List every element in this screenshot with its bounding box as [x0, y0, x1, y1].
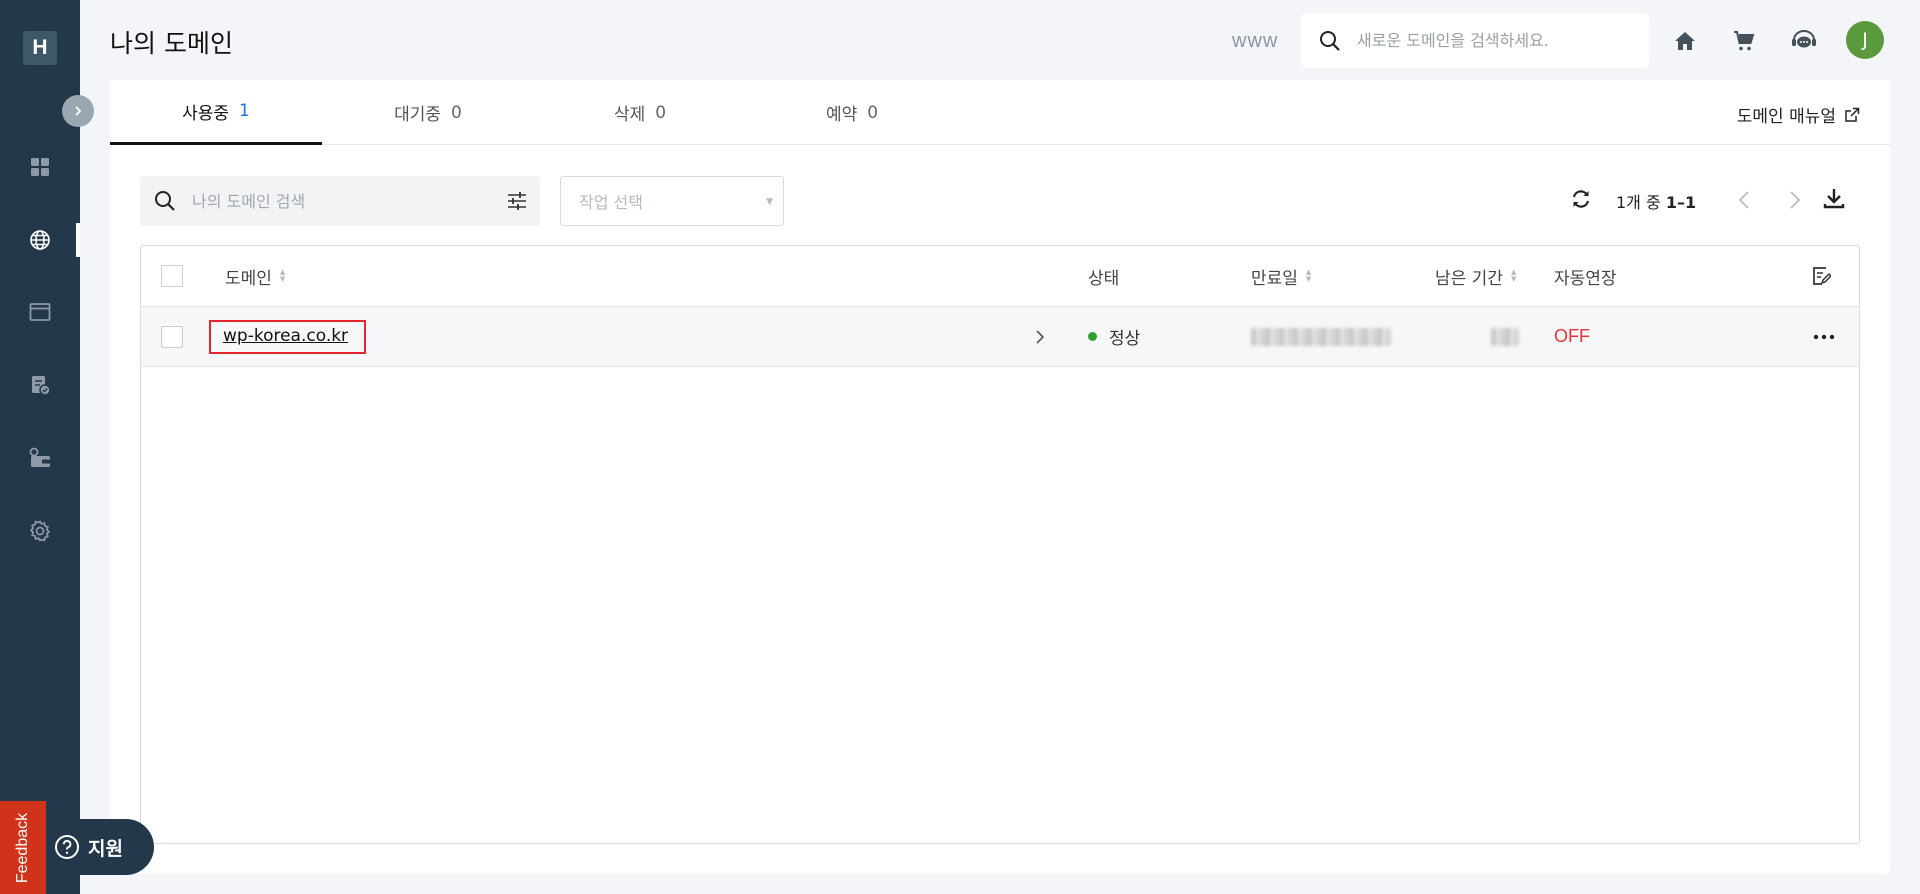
tab-count: 0: [451, 102, 462, 123]
tab-count: 1: [239, 101, 250, 121]
refresh-icon[interactable]: [1570, 188, 1592, 210]
table-header: 도메인 ▲ ▼ 상태 만료일 ▲ ▼ 남은 기간 ▲ ▼ 자동연장: [141, 246, 1859, 307]
domain-card: 사용중 1 대기중 0 삭제 0 예약 0 도메인 매뉴얼 작업 선택 ▼ 1개…: [110, 80, 1890, 874]
my-domain-search-box[interactable]: [140, 176, 540, 226]
column-header-remaining[interactable]: 남은 기간 ▲ ▼: [1435, 246, 1516, 306]
www-label: www: [1232, 30, 1279, 52]
more-dots-icon: [1813, 334, 1835, 339]
column-status-label: 상태: [1088, 268, 1120, 289]
sidebar-expand-button[interactable]: [62, 95, 94, 127]
support-label: 지원: [88, 837, 123, 860]
pagination-info: 1개 중 1–1: [1616, 189, 1696, 213]
column-header-auto-renew: 자동연장: [1554, 246, 1617, 306]
select-all-checkbox[interactable]: [161, 265, 183, 287]
table-row[interactable]: wp-korea.co.kr 정상 OFF: [141, 307, 1859, 367]
action-select-placeholder: 작업 선택: [579, 193, 643, 212]
tab-label: 삭제: [613, 105, 646, 125]
tab-deleted[interactable]: 삭제 0: [534, 80, 746, 145]
redacted-remaining-days: [1491, 327, 1519, 346]
search-icon: [155, 191, 175, 211]
tab-label: 대기중: [394, 105, 442, 125]
dashboard-grid-icon[interactable]: [25, 152, 55, 182]
domain-highlight-box: wp-korea.co.kr: [209, 319, 367, 354]
action-select[interactable]: 작업 선택 ▼: [560, 176, 784, 226]
domain-cell: wp-korea.co.kr: [209, 307, 367, 366]
chevron-right-icon: [1036, 329, 1045, 344]
search-icon: [1320, 30, 1340, 51]
pagination-range: 1–1: [1665, 193, 1697, 212]
browser-window-icon[interactable]: [25, 297, 55, 327]
logo[interactable]: H: [23, 31, 57, 65]
tab-label: 사용중: [182, 103, 230, 124]
expiry-cell: [1251, 307, 1391, 366]
feedback-button[interactable]: Feedback: [0, 801, 46, 894]
chevron-right-icon: [75, 106, 82, 116]
tab-count: 0: [867, 102, 879, 123]
caret-down-icon: ▼: [766, 197, 773, 207]
row-expand-button[interactable]: [1035, 307, 1045, 366]
domain-manual-link[interactable]: 도메인 매뉴얼: [1737, 102, 1860, 127]
status-cell: 정상: [1088, 307, 1140, 366]
tab-pending[interactable]: 대기중 0: [322, 80, 534, 145]
column-header-expiry[interactable]: 만료일 ▲ ▼: [1251, 246, 1311, 306]
chevron-right-icon: [1790, 191, 1801, 209]
chat-support-icon[interactable]: [1789, 26, 1819, 56]
row-more-button[interactable]: [1813, 307, 1835, 366]
page-title: 나의 도메인: [110, 29, 233, 58]
auto-renew-cell: OFF: [1554, 307, 1590, 366]
filter-sliders-icon[interactable]: [506, 190, 528, 212]
feedback-label: Feedback: [14, 812, 32, 883]
domain-search-input[interactable]: [1357, 31, 1637, 50]
tab-label: 예약: [825, 105, 858, 125]
sidebar: H: [0, 0, 80, 894]
gear-icon[interactable]: [25, 516, 55, 546]
column-settings-cell: [1811, 246, 1831, 306]
edit-columns-icon[interactable]: [1811, 266, 1831, 286]
remaining-cell: [1491, 307, 1519, 366]
chevron-left-icon: [1738, 191, 1749, 209]
document-check-icon[interactable]: [25, 370, 55, 400]
status-dot-icon: [1088, 332, 1097, 341]
column-domain-label: 도메인: [225, 268, 272, 289]
pagination-prefix: 1개 중: [1616, 193, 1661, 212]
column-header-status: 상태: [1088, 246, 1119, 306]
support-button[interactable]: 지원: [46, 819, 154, 875]
wallet-icon[interactable]: [25, 443, 55, 473]
help-circle-icon: [55, 835, 79, 859]
my-domain-search-input[interactable]: [192, 191, 482, 211]
auto-renew-status[interactable]: OFF: [1554, 326, 1590, 347]
domain-link[interactable]: wp-korea.co.kr: [223, 326, 348, 346]
external-link-icon: [1845, 107, 1860, 122]
next-page-button[interactable]: [1781, 186, 1809, 214]
domain-search-box[interactable]: [1301, 13, 1649, 68]
sort-icon: ▲ ▼: [1305, 268, 1312, 283]
domain-manual-label: 도메인 매뉴얼: [1736, 107, 1836, 127]
redacted-expiry-date: [1251, 327, 1391, 346]
column-expiry-label: 만료일: [1251, 268, 1298, 289]
home-icon[interactable]: [1670, 26, 1700, 56]
row-checkbox[interactable]: [161, 325, 183, 348]
tab-in-use[interactable]: 사용중 1: [110, 80, 322, 145]
tab-bar: 사용중 1 대기중 0 삭제 0 예약 0 도메인 매뉴얼: [110, 80, 1890, 145]
row-select-cell: [161, 307, 183, 366]
sort-icon: ▲ ▼: [1510, 268, 1517, 283]
download-icon[interactable]: [1822, 186, 1846, 210]
select-all-cell: [161, 246, 183, 306]
column-auto-renew-label: 자동연장: [1554, 268, 1617, 289]
tab-count: 0: [655, 102, 667, 123]
status-text: 정상: [1109, 329, 1141, 349]
domain-table: 도메인 ▲ ▼ 상태 만료일 ▲ ▼ 남은 기간 ▲ ▼ 자동연장 wp-kor…: [140, 245, 1860, 844]
tab-reserved[interactable]: 예약 0: [746, 80, 958, 145]
column-header-domain[interactable]: 도메인 ▲ ▼: [225, 246, 285, 306]
globe-icon[interactable]: [25, 225, 55, 255]
sidebar-active-indicator: [76, 223, 80, 257]
sort-icon: ▲ ▼: [279, 268, 286, 283]
previous-page-button[interactable]: [1730, 186, 1758, 214]
column-remaining-label: 남은 기간: [1435, 268, 1503, 289]
cart-icon[interactable]: [1729, 26, 1759, 56]
avatar[interactable]: J: [1846, 21, 1884, 59]
